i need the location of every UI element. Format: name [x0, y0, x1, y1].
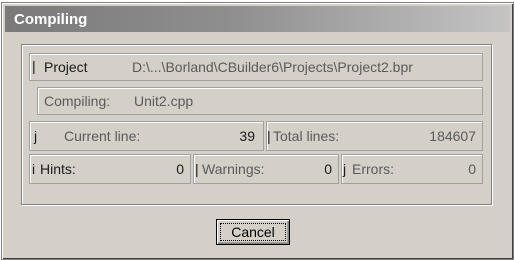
hints-panel: i Hints: 0 — [29, 154, 191, 184]
title-bar[interactable]: Compiling — [5, 6, 510, 32]
errors-label: Errors: — [352, 161, 394, 177]
project-label: Project — [44, 59, 88, 75]
hints-label: Hints: — [40, 161, 76, 177]
compiling-dialog: Compiling | Project D:\...\Borland\CBuil… — [1, 2, 514, 260]
current-line-value: 39 — [239, 128, 255, 144]
warnings-panel: | Warnings: 0 — [193, 154, 339, 184]
dialog-title: Compiling — [14, 11, 88, 28]
compiling-file: Unit2.cpp — [134, 93, 194, 109]
row-marker: | — [32, 58, 36, 74]
project-path: D:\...\Borland\CBuilder6\Projects\Projec… — [132, 59, 413, 75]
total-lines-value: 184607 — [429, 128, 476, 144]
row-marker: j — [34, 128, 38, 144]
current-line-label: Current line: — [64, 128, 141, 144]
total-lines-label: Total lines: — [273, 128, 340, 144]
errors-value: 0 — [468, 161, 476, 177]
errors-panel: j Errors: 0 — [341, 154, 483, 184]
total-lines-panel: | Total lines: 184607 — [266, 121, 483, 151]
row-marker: | — [267, 128, 271, 144]
compile-info-group: | Project D:\...\Borland\CBuilder6\Proje… — [21, 44, 492, 205]
cancel-button-label: Cancel — [231, 224, 275, 240]
warnings-label: Warnings: — [202, 161, 265, 177]
cancel-button[interactable]: Cancel — [216, 219, 290, 245]
hints-value: 0 — [176, 161, 184, 177]
current-line-panel: j Current line: 39 — [29, 121, 264, 151]
compiling-status-row: Compiling: Unit2.cpp — [37, 87, 483, 115]
row-marker: j — [343, 161, 347, 177]
project-row: | Project D:\...\Borland\CBuilder6\Proje… — [29, 53, 483, 81]
warnings-value: 0 — [324, 161, 332, 177]
compiling-label: Compiling: — [44, 93, 111, 109]
row-marker: i — [32, 161, 36, 177]
row-marker: | — [195, 161, 199, 177]
